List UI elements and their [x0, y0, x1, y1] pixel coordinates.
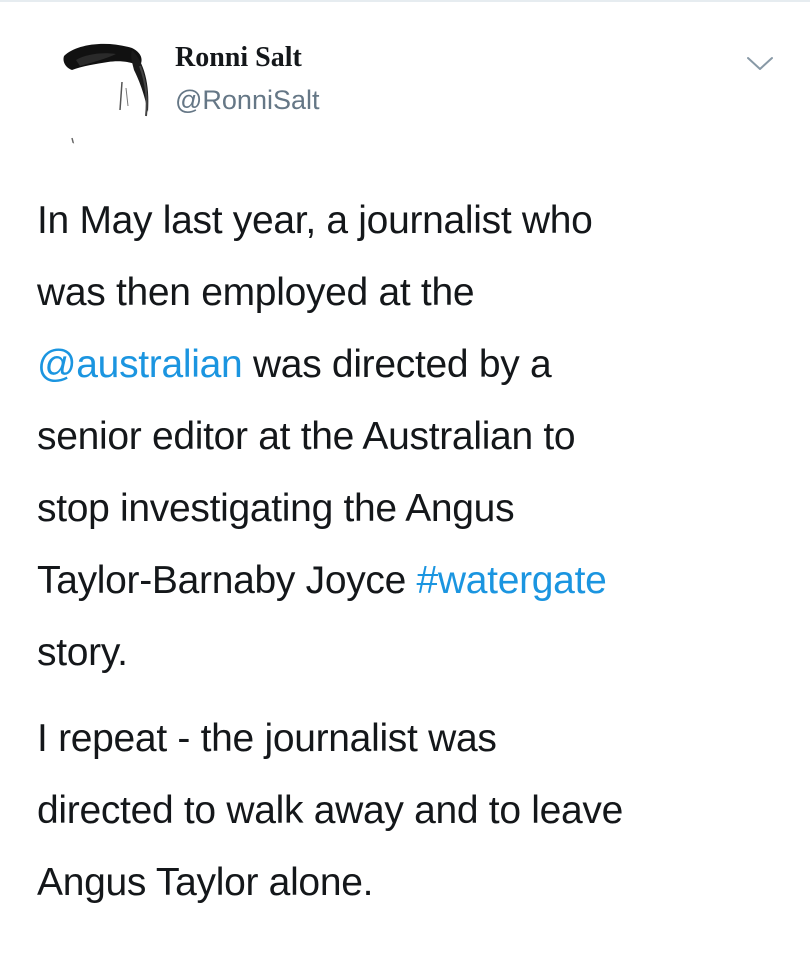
tweet-text-segment: I repeat - the journalist was — [37, 717, 497, 760]
tweet-text-segment: story. — [37, 631, 128, 674]
tweet-text-segment: was then employed at the — [37, 271, 475, 314]
tweet-line: I repeat - the journalist was — [37, 703, 787, 775]
tweet-paragraph: I repeat - the journalist was directed to… — [37, 703, 787, 919]
tweet-line: was then employed at the — [37, 257, 787, 329]
hashtag-link[interactable]: #watergate — [417, 559, 607, 602]
mention-link[interactable]: @australian — [37, 343, 243, 386]
chevron-down-icon[interactable] — [742, 50, 778, 76]
tweet-text-segment: was directed by a — [242, 343, 552, 386]
tweet-text: In May last year, a journalist who was th… — [37, 185, 787, 919]
tweet-line: directed to walk away and to leave — [37, 775, 787, 847]
tweet-paragraph: In May last year, a journalist who was th… — [37, 185, 787, 689]
author-name[interactable]: Ronni Salt — [175, 40, 302, 76]
avatar-image — [36, 26, 158, 148]
tweet-card: Ronni Salt @RonniSalt In May last year, … — [0, 0, 810, 960]
tweet-line: senior editor at the Australian to — [37, 401, 787, 473]
tweet-text-segment: Angus Taylor alone. — [37, 861, 374, 904]
tweet-text-segment: senior editor at the Australian to — [37, 415, 576, 458]
tweet-text-segment: Taylor-Barnaby Joyce — [37, 559, 417, 602]
avatar[interactable] — [36, 26, 158, 148]
tweet-line: Angus Taylor alone. — [37, 847, 787, 919]
tweet-line: story. — [37, 617, 787, 689]
tweet-line: @australian was directed by a — [37, 329, 787, 401]
author-handle[interactable]: @RonniSalt — [175, 83, 319, 117]
tweet-line: In May last year, a journalist who — [37, 185, 787, 257]
tweet-line: Taylor-Barnaby Joyce #watergate — [37, 545, 787, 617]
tweet-line: stop investigating the Angus — [37, 473, 787, 545]
tweet-text-segment: directed to walk away and to leave — [37, 789, 623, 832]
tweet-text-segment: In May last year, a journalist who — [37, 199, 593, 242]
tweet-text-segment: stop investigating the Angus — [37, 487, 515, 530]
